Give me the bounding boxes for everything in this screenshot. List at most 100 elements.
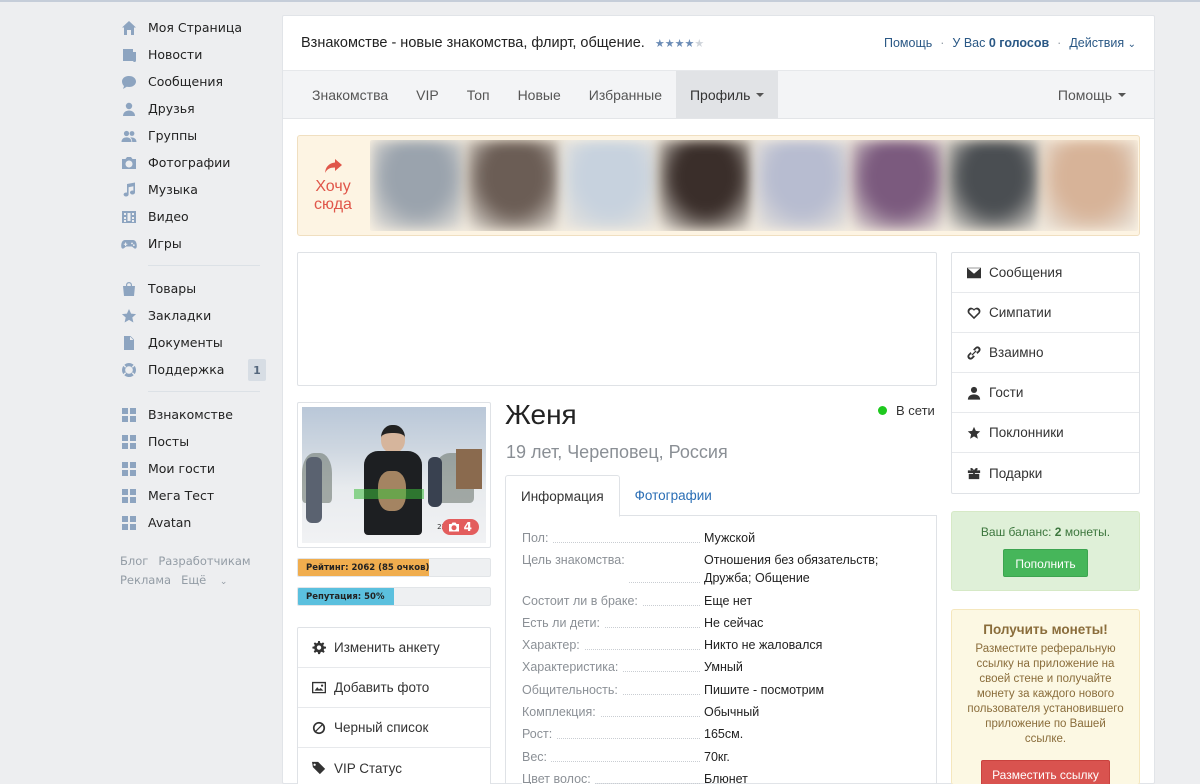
banner-user-photo[interactable] <box>946 140 1042 231</box>
info-value: Обычный <box>704 705 760 720</box>
side-menu-label: Гости <box>989 385 1024 400</box>
nav-item-group2-1[interactable]: Закладки <box>120 302 270 329</box>
chevron-down-icon: ⌄ <box>1127 39 1136 50</box>
post-link-button[interactable]: Разместить ссылку <box>981 760 1110 784</box>
top-up-button[interactable]: Пополнить <box>1003 549 1088 577</box>
banner-user-photo[interactable] <box>850 140 946 231</box>
nav-item-group3-1[interactable]: Посты <box>120 428 270 455</box>
action-label: Добавить фото <box>334 680 430 695</box>
nav-item-group3-4[interactable]: Avatan <box>120 509 270 536</box>
nav-item-group1-6[interactable]: Музыка <box>120 176 270 203</box>
tab-item-4[interactable]: Избранные <box>575 71 676 118</box>
footer-developers-link[interactable]: Разработчикам <box>158 554 250 568</box>
photo-person <box>364 425 422 535</box>
action-label: Черный список <box>334 720 429 735</box>
action-item-3[interactable]: VIP Статус <box>298 748 490 784</box>
nav-item-group1-4[interactable]: Группы <box>120 122 270 149</box>
side-menu-item-5[interactable]: Подарки <box>952 453 1139 493</box>
info-row: Общительность: Пишите - посмотрим <box>522 680 936 699</box>
info-label: Характеристика: <box>522 658 623 677</box>
envelope-icon <box>967 266 989 280</box>
actions-label: Действия <box>1069 36 1125 50</box>
banner-user-photo[interactable] <box>658 140 754 231</box>
online-dot-icon <box>878 406 887 415</box>
chevron-down-icon: ⌄ <box>219 577 228 587</box>
user-icon <box>967 386 989 400</box>
camera-icon <box>120 154 138 172</box>
votes-prefix: У Вас <box>952 36 986 50</box>
rating-bar-fill: Рейтинг: 2062 (85 очков) <box>298 559 429 576</box>
banner-user-photo[interactable] <box>466 140 562 231</box>
profile-photo-frame[interactable]: 22 4 <box>297 402 491 548</box>
banner-user-photo[interactable] <box>562 140 658 231</box>
footer-ads-link[interactable]: Реклама <box>120 573 171 587</box>
nav-group-main: Моя Страница Новости Сообщения Друзья Группы… <box>120 14 270 257</box>
votes-value: 0 голосов <box>988 36 1050 50</box>
info-label: Комплекция: <box>522 703 600 722</box>
side-menu-item-2[interactable]: Взаимно <box>952 333 1139 373</box>
banner-user-photo[interactable] <box>1042 140 1138 231</box>
profile-photo[interactable]: 22 4 <box>302 407 486 543</box>
banner-user-photo[interactable] <box>754 140 850 231</box>
footer-more-link[interactable]: Ещё ⌄ <box>181 573 227 587</box>
tab-info[interactable]: Информация <box>505 475 620 517</box>
link-icon <box>967 345 989 360</box>
action-item-1[interactable]: Добавить фото <box>298 668 490 708</box>
nav-item-group1-0[interactable]: Моя Страница <box>120 14 270 41</box>
tab-item-0[interactable]: Знакомства <box>298 71 402 118</box>
messages-icon <box>120 73 138 91</box>
info-row: Рост: 165см. <box>522 725 936 744</box>
tab-item-2[interactable]: Топ <box>453 71 504 118</box>
tab-photos[interactable]: Фотографии <box>620 475 727 516</box>
tab-profile[interactable]: Профиль <box>675 71 779 118</box>
action-label: Изменить анкету <box>334 640 440 655</box>
nav-item-group1-2[interactable]: Сообщения <box>120 68 270 95</box>
info-label-cell: Комплекция: <box>522 703 704 722</box>
want-here-button[interactable]: Хочу сюда <box>298 136 368 235</box>
star-icon: ★ <box>684 36 695 50</box>
info-row: Вес: 70кг. <box>522 747 936 766</box>
info-label: Цель знакомства: <box>522 551 629 588</box>
app-icon <box>120 406 138 424</box>
tab-item-1[interactable]: VIP <box>402 71 453 118</box>
photo-count-badge[interactable]: 4 <box>441 519 479 535</box>
side-menu-item-0[interactable]: Сообщения <box>952 253 1139 293</box>
nav-divider <box>148 265 260 266</box>
help-link[interactable]: Помощь <box>884 36 932 50</box>
tab-help[interactable]: Помощь <box>1044 71 1140 118</box>
nav-item-group1-8[interactable]: Игры <box>120 230 270 257</box>
nav-item-group1-5[interactable]: Фотографии <box>120 149 270 176</box>
app-icon <box>120 460 138 478</box>
nav-item-group1-7[interactable]: Видео <box>120 203 270 230</box>
side-menu-item-4[interactable]: Поклонники <box>952 413 1139 453</box>
votes-link[interactable]: У Вас 0 голосов <box>952 36 1049 50</box>
nav-item-group2-2[interactable]: Документы <box>120 329 270 356</box>
nav-item-group2-0[interactable]: Товары <box>120 275 270 302</box>
tab-item-3[interactable]: Новые <box>504 71 575 118</box>
info-label-cell: Пол: <box>522 529 704 547</box>
get-coins-text: Разместите реферальную ссылку на приложе… <box>967 643 1124 745</box>
nav-item-group3-2[interactable]: Мои гости <box>120 455 270 482</box>
profile-side-menu: Сообщения Симпатии Взаимно Гости Поклонники П… <box>951 252 1140 494</box>
nav-item-group2-3[interactable]: Поддержка 1 <box>120 356 270 383</box>
nav-item-group3-0[interactable]: Взнакомстве <box>120 401 270 428</box>
reputation-bar: Репутация: 50% <box>297 587 491 606</box>
action-item-0[interactable]: Изменить анкету <box>298 628 490 668</box>
tab-help-label: Помощь <box>1057 86 1112 103</box>
nav-item-group1-1[interactable]: Новости <box>120 41 270 68</box>
side-menu-item-1[interactable]: Симпатии <box>952 293 1139 333</box>
side-menu-label: Подарки <box>989 465 1043 481</box>
actions-dropdown[interactable]: Действия ⌄ <box>1069 36 1136 50</box>
banner-user-photo[interactable] <box>370 140 466 231</box>
star-icon <box>967 426 989 440</box>
nav-item-label: Музыка <box>148 182 198 197</box>
side-menu-item-3[interactable]: Гости <box>952 373 1139 413</box>
heart-icon <box>967 306 989 320</box>
footer-blog-link[interactable]: Блог <box>120 554 148 568</box>
nav-item-group3-3[interactable]: Мега Тест <box>120 482 270 509</box>
nav-item-group1-3[interactable]: Друзья <box>120 95 270 122</box>
app-icon <box>120 433 138 451</box>
tabs-list: Знакомства VIP Топ Новые Избранные <box>298 71 676 118</box>
action-item-2[interactable]: Черный список <box>298 708 490 748</box>
photo-bystander <box>306 457 322 523</box>
